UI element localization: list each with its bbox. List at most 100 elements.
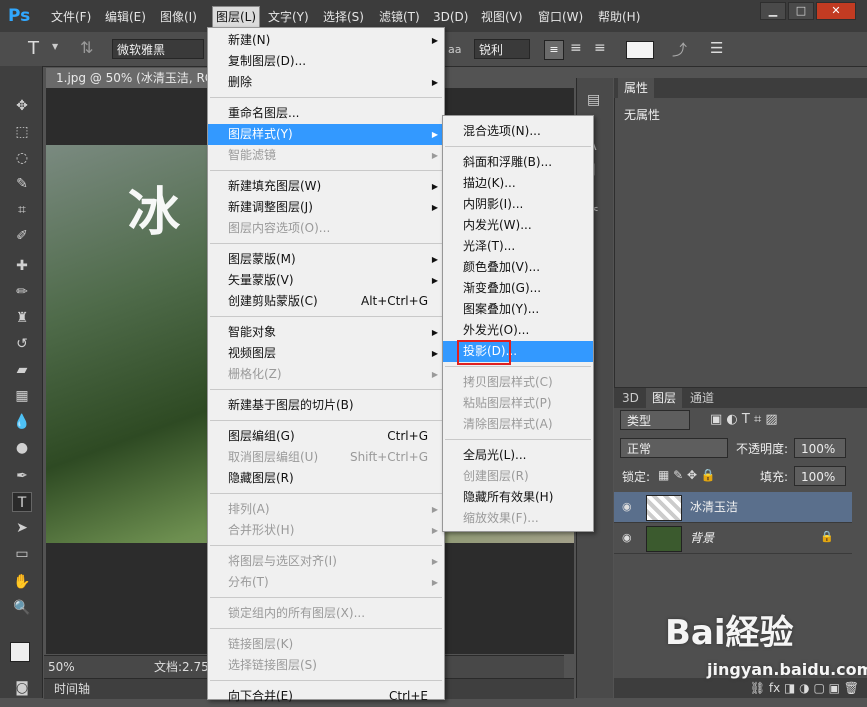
orientation-icon[interactable]: ⇅ (80, 38, 93, 57)
fill-field[interactable]: 100% (794, 466, 846, 486)
zoom-level[interactable]: 50% (48, 656, 75, 678)
menu-item[interactable]: 粘贴图层样式(P) (443, 393, 593, 414)
menu-item[interactable]: 删除 ▶ (208, 72, 444, 93)
chevron-down-icon[interactable]: ▼ (52, 42, 58, 51)
menu-item[interactable]: 智能滤镜 ▶ (208, 145, 444, 166)
menu-item[interactable]: 视频图层 ▶ (208, 343, 444, 364)
menu-item[interactable]: 图层编组(G) Ctrl+G (208, 426, 444, 447)
menu-8[interactable]: 视图(V) (481, 8, 523, 26)
menu-item[interactable]: 智能对象 ▶ (208, 322, 444, 343)
menu-3[interactable]: 图层(L) (212, 6, 261, 28)
menu-item[interactable]: 混合选项(N)... (443, 121, 593, 142)
warp-text-icon[interactable]: ⤴ (672, 39, 687, 60)
menu-item[interactable]: 图层样式(Y) ▶ (208, 124, 444, 145)
dodge-tool-icon[interactable]: ● (12, 438, 32, 458)
menu-2[interactable]: 图像(I) (160, 8, 197, 26)
blur-tool-icon[interactable]: 💧 (12, 412, 32, 432)
menu-item[interactable]: 重命名图层... (208, 103, 444, 124)
menu-item[interactable]: 分布(T) ▶ (208, 572, 444, 593)
menu-5[interactable]: 选择(S) (323, 8, 364, 26)
eye-icon[interactable]: ◉ (622, 531, 636, 545)
menu-4[interactable]: 文字(Y) (268, 8, 309, 26)
menu-item[interactable]: 栅格化(Z) ▶ (208, 364, 444, 385)
menu-item[interactable]: 将图层与选区对齐(I) ▶ (208, 551, 444, 572)
menu-item[interactable]: 内阴影(I)... (443, 194, 593, 215)
menu-item[interactable]: 斜面和浮雕(B)... (443, 152, 593, 173)
path-select-icon[interactable]: ➤ (12, 518, 32, 538)
menu-1[interactable]: 编辑(E) (105, 8, 146, 26)
layers-footer-icons[interactable]: ⛓ fx ◨ ◑ ▢ ▣ 🗑 (614, 678, 867, 698)
gradient-tool-icon[interactable]: ▦ (12, 386, 32, 406)
clone-stamp-icon[interactable]: ♜ (12, 308, 32, 328)
menu-item[interactable]: 内发光(W)... (443, 215, 593, 236)
menu-6[interactable]: 滤镜(T) (379, 8, 420, 26)
pen-tool-icon[interactable]: ✒ (12, 466, 32, 486)
quick-select-icon[interactable]: ✎ (12, 174, 32, 194)
panels-icon[interactable]: ☰ (710, 39, 723, 57)
minimize-button[interactable]: ▁ (760, 2, 786, 20)
crop-tool-icon[interactable]: ⌗ (12, 200, 32, 220)
menu-item[interactable]: 光泽(T)... (443, 236, 593, 257)
quick-mask-icon[interactable]: ◙ (12, 678, 32, 698)
menu-item[interactable]: 新建调整图层(J) ▶ (208, 197, 444, 218)
antialias-select[interactable]: 锐利 (474, 39, 530, 59)
filter-icons[interactable]: ▣ ◐ T ⌗ ▨ (710, 412, 778, 427)
tab-properties[interactable]: 属性 (618, 78, 655, 98)
menu-item[interactable]: 隐藏所有效果(H) (443, 487, 593, 508)
menu-7[interactable]: 3D(D) (433, 8, 468, 26)
menu-item[interactable]: 描边(K)... (443, 173, 593, 194)
align-center-icon[interactable]: ≡ (570, 40, 582, 56)
menu-item[interactable]: 创建图层(R) (443, 466, 593, 487)
menu-item[interactable]: 图层蒙版(M) ▶ (208, 249, 444, 270)
menu-item[interactable]: 缩放效果(F)... (443, 508, 593, 529)
menu-item[interactable]: 隐藏图层(R) (208, 468, 444, 489)
timeline-tab[interactable]: 时间轴 (54, 679, 90, 699)
zoom-tool-icon[interactable]: 🔍 (12, 598, 32, 618)
history-icon[interactable]: ▤ (587, 92, 600, 108)
menu-item[interactable]: 排列(A) ▶ (208, 499, 444, 520)
lock-icons[interactable]: ▦ ✎ ✥ 🔒 (658, 468, 716, 482)
tab-channels[interactable]: 通道 (684, 388, 720, 408)
eye-icon[interactable]: ◉ (622, 500, 636, 514)
menu-item[interactable]: 锁定组内的所有图层(X)... (208, 603, 444, 624)
menu-item[interactable]: 合并形状(H) ▶ (208, 520, 444, 541)
menu-item[interactable]: 链接图层(K) (208, 634, 444, 655)
menu-item[interactable]: 新建(N) ▶ (208, 30, 444, 51)
blend-mode-select[interactable]: 正常 (620, 438, 728, 458)
layer-name[interactable]: 冰清玉洁 (690, 492, 738, 522)
eyedropper-icon[interactable]: ✐ (12, 226, 32, 246)
menu-item[interactable]: 矢量蒙版(V) ▶ (208, 270, 444, 291)
layer-row[interactable]: ◉ 背景 🔒 (614, 523, 852, 554)
menu-item[interactable]: 复制图层(D)... (208, 51, 444, 72)
menu-item[interactable]: 拷贝图层样式(C) (443, 372, 593, 393)
type-tool-icon[interactable]: T (12, 492, 32, 512)
eraser-tool-icon[interactable]: ▰ (12, 360, 32, 380)
opacity-field[interactable]: 100% (794, 438, 846, 458)
brush-tool-icon[interactable]: ✏ (12, 282, 32, 302)
align-left-icon[interactable]: ≡ (544, 40, 564, 60)
menu-item[interactable]: 全局光(L)... (443, 445, 593, 466)
maximize-button[interactable]: □ (788, 2, 814, 20)
tab-3d[interactable]: 3D (616, 388, 645, 408)
history-brush-icon[interactable]: ↺ (12, 334, 32, 354)
menu-item[interactable]: 清除图层样式(A) (443, 414, 593, 435)
menu-item[interactable]: 图案叠加(Y)... (443, 299, 593, 320)
menu-item[interactable]: 向下合并(E) Ctrl+E (208, 686, 444, 707)
layer-filter-select[interactable]: 类型 (620, 410, 690, 430)
menu-item[interactable]: 图层内容选项(O)... (208, 218, 444, 239)
menu-item[interactable]: 创建剪贴蒙版(C) Alt+Ctrl+G (208, 291, 444, 312)
align-right-icon[interactable]: ≡ (594, 40, 606, 56)
menu-10[interactable]: 帮助(H) (598, 8, 640, 26)
menu-item[interactable]: 颜色叠加(V)... (443, 257, 593, 278)
menu-item[interactable]: 新建填充图层(W) ▶ (208, 176, 444, 197)
move-tool-icon[interactable]: ✥ (12, 96, 32, 116)
menu-item[interactable]: 取消图层编组(U) Shift+Ctrl+G (208, 447, 444, 468)
menu-item[interactable]: 外发光(O)... (443, 320, 593, 341)
lasso-tool-icon[interactable]: ◌ (12, 148, 32, 168)
healing-brush-icon[interactable]: ✚ (12, 256, 32, 276)
marquee-tool-icon[interactable]: ⬚ (12, 122, 32, 142)
tab-layers[interactable]: 图层 (646, 388, 683, 408)
layer-row[interactable]: ◉ 冰清玉洁 (614, 492, 852, 523)
foreground-color-swatch[interactable] (10, 642, 30, 662)
layer-name[interactable]: 背景 (690, 523, 714, 553)
